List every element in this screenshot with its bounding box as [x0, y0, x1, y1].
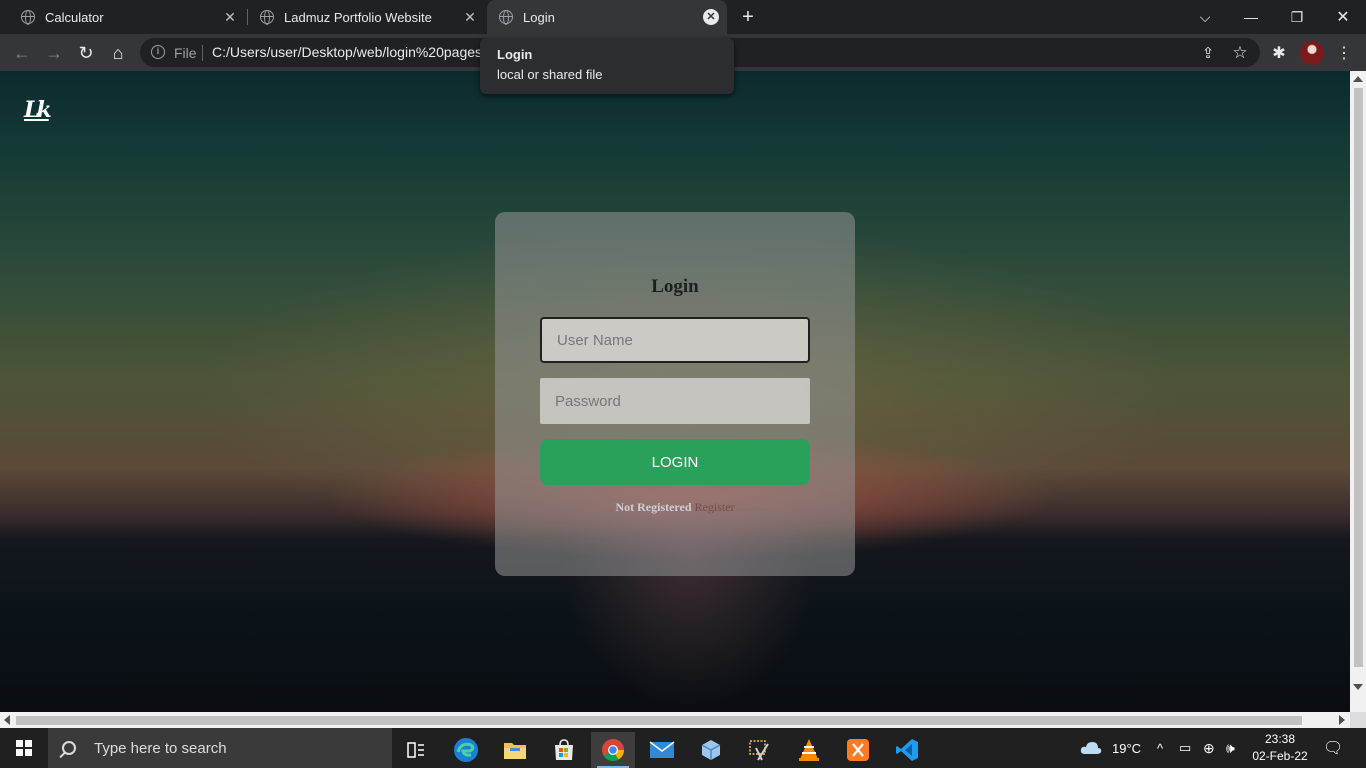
- weather-widget[interactable]: 19°C: [1080, 728, 1141, 768]
- home-icon[interactable]: ⌂: [106, 41, 130, 65]
- network-globe-icon[interactable]: ⊕: [1203, 728, 1215, 768]
- site-logo[interactable]: Lk: [24, 97, 52, 123]
- share-icon[interactable]: ⇪: [1196, 41, 1220, 65]
- clock-date: 02-Feb-22: [1252, 749, 1308, 763]
- username-input[interactable]: [540, 317, 810, 363]
- mail-icon[interactable]: [640, 732, 684, 768]
- search-placeholder: Type here to search: [94, 739, 227, 757]
- profile-avatar[interactable]: [1300, 41, 1324, 65]
- vlc-icon[interactable]: [787, 732, 831, 768]
- close-window-icon[interactable]: ✕: [1320, 0, 1366, 34]
- screen: Calculator ✕ Ladmuz Portfolio Website ✕ …: [0, 0, 1366, 768]
- cloud-icon: [1080, 742, 1102, 754]
- microsoft-store-icon[interactable]: [542, 732, 586, 768]
- xampp-icon[interactable]: [836, 732, 880, 768]
- login-button[interactable]: LOGIN: [540, 439, 810, 485]
- register-prompt: Not Registered Register: [495, 500, 855, 515]
- windows-taskbar: Type here to search 19°C ^ ▭ ⊕ 🕪 23:38 0…: [0, 728, 1366, 768]
- horizontal-scrollbar[interactable]: [0, 712, 1350, 728]
- tooltip-title: Login: [497, 47, 533, 62]
- taskbar-search-box[interactable]: Type here to search: [48, 728, 392, 768]
- show-hidden-icons[interactable]: ^: [1157, 728, 1163, 768]
- weather-temperature: 19°C: [1112, 740, 1142, 756]
- scroll-up-icon[interactable]: [1353, 76, 1363, 82]
- task-view-icon[interactable]: [394, 732, 438, 768]
- extensions-icon[interactable]: ✱: [1267, 41, 1291, 65]
- volume-icon[interactable]: 🕪: [1226, 728, 1235, 768]
- url-text[interactable]: C:/Users/user/Desktop/web/login%20pages: [212, 44, 482, 60]
- close-tab-icon[interactable]: ✕: [703, 9, 719, 25]
- search-icon: [62, 741, 76, 755]
- tab-search-icon[interactable]: ⌵: [1182, 0, 1228, 34]
- tooltip-subtitle: local or shared file: [497, 67, 603, 82]
- system-clock[interactable]: 23:38 02-Feb-22: [1248, 731, 1312, 765]
- globe-icon: [499, 10, 513, 25]
- file-explorer-icon[interactable]: [493, 732, 537, 768]
- new-tab-button[interactable]: +: [738, 7, 758, 27]
- windows-logo-icon: [16, 740, 32, 756]
- vertical-scroll-thumb[interactable]: [1354, 88, 1363, 667]
- close-tab-icon[interactable]: ✕: [222, 9, 238, 25]
- scroll-left-icon[interactable]: [4, 715, 10, 725]
- info-icon[interactable]: i: [151, 45, 165, 59]
- back-icon[interactable]: ←: [10, 41, 34, 65]
- password-input[interactable]: [540, 378, 810, 424]
- snipping-tool-icon[interactable]: [738, 732, 782, 768]
- globe-icon: [260, 10, 274, 25]
- edge-icon[interactable]: [444, 732, 488, 768]
- close-tab-icon[interactable]: ✕: [462, 9, 478, 25]
- 3d-viewer-icon[interactable]: [689, 732, 733, 768]
- scheme-label: File: [174, 45, 197, 61]
- battery-icon[interactable]: ▭: [1179, 728, 1191, 768]
- notifications-icon[interactable]: 🗨: [1323, 728, 1343, 768]
- not-registered-text: Not Registered: [615, 500, 692, 514]
- minimize-icon[interactable]: —: [1228, 0, 1274, 34]
- tab-login[interactable]: Login ✕: [487, 0, 727, 34]
- scrollbar-corner: [1350, 712, 1366, 728]
- bookmark-star-icon[interactable]: ☆: [1228, 41, 1252, 65]
- horizontal-scroll-thumb[interactable]: [16, 716, 1302, 725]
- tab-strip: Calculator ✕ Ladmuz Portfolio Website ✕ …: [0, 0, 1366, 34]
- tab-ladmuz-portfolio[interactable]: Ladmuz Portfolio Website ✕: [239, 0, 486, 34]
- scroll-down-icon[interactable]: [1353, 684, 1363, 690]
- chrome-icon[interactable]: [591, 732, 635, 768]
- globe-icon: [21, 10, 35, 25]
- clock-time: 23:38: [1264, 732, 1296, 746]
- login-title: Login: [651, 276, 699, 297]
- menu-icon[interactable]: ⋮: [1332, 41, 1356, 65]
- tab-title: Calculator: [45, 9, 104, 25]
- tab-title: Login: [523, 9, 555, 25]
- tab-title: Ladmuz Portfolio Website: [284, 9, 432, 25]
- start-button[interactable]: [0, 728, 48, 768]
- vertical-scrollbar[interactable]: [1350, 71, 1366, 712]
- reload-icon[interactable]: ↻: [74, 41, 98, 65]
- tab-calculator[interactable]: Calculator ✕: [0, 0, 246, 34]
- restore-icon[interactable]: ❐: [1274, 0, 1320, 34]
- scroll-right-icon[interactable]: [1339, 715, 1345, 725]
- forward-icon[interactable]: →: [42, 41, 66, 65]
- tab-hover-tooltip: Login local or shared file: [480, 38, 734, 94]
- vscode-icon[interactable]: [885, 732, 929, 768]
- address-separator: [202, 45, 203, 61]
- login-card: Login LOGIN Not Registered Register: [495, 212, 855, 576]
- register-link[interactable]: Register: [695, 500, 735, 514]
- page-viewport: Lk Login LOGIN Not Registered Register: [0, 71, 1350, 712]
